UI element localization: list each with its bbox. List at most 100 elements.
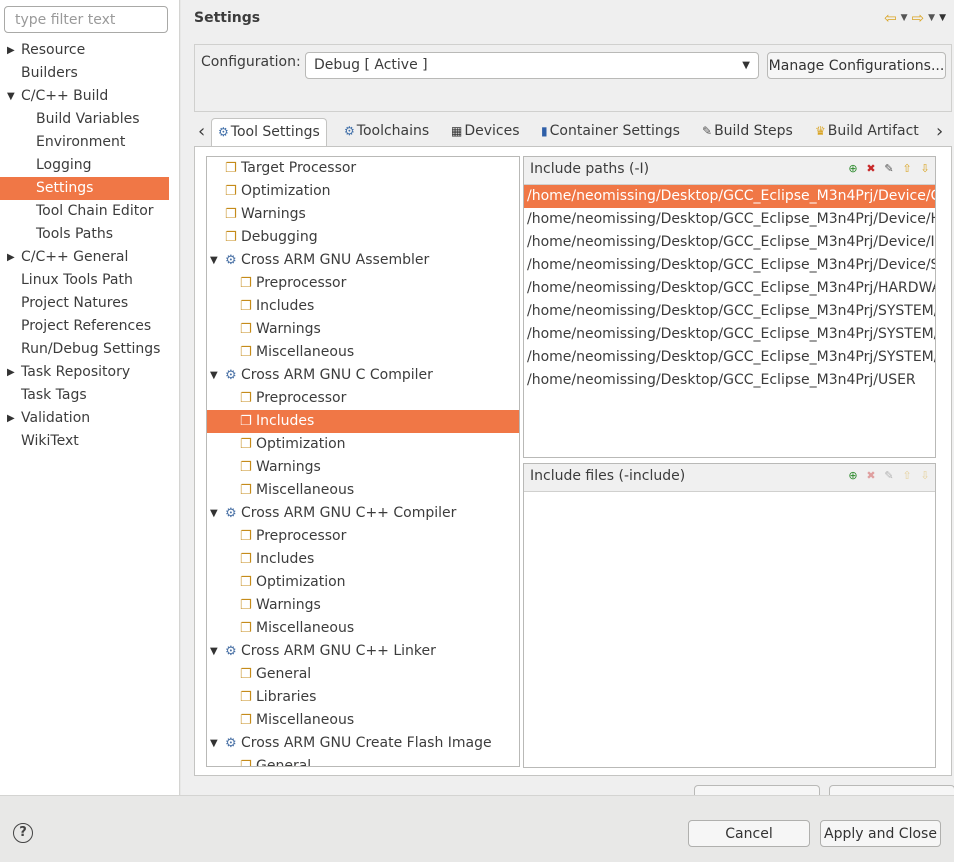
expanded-arrow-icon[interactable]: ▼ <box>7 85 15 108</box>
tree-item[interactable]: ❐ Target Processor <box>207 157 519 180</box>
nav-item[interactable]: Tools Paths <box>0 223 180 246</box>
forward-dropdown-icon[interactable]: ▼ <box>928 13 935 23</box>
tree-item[interactable]: ❐ Libraries <box>207 686 519 709</box>
include-path-item[interactable]: /home/neomissing/Desktop/GCC_Eclipse_M3n… <box>524 208 935 231</box>
tab-toolchains[interactable]: ⚙ Toolchains <box>344 118 429 145</box>
tree-item[interactable]: ❐ Warnings <box>207 594 519 617</box>
nav-item[interactable]: Settings <box>0 177 169 200</box>
tree-item[interactable]: ❐ Warnings <box>207 318 519 341</box>
include-paths-list: /home/neomissing/Desktop/GCC_Eclipse_M3n… <box>524 185 935 392</box>
view-menu-icon[interactable]: ▼ <box>939 13 946 23</box>
collapsed-arrow-icon[interactable]: ▶ <box>7 361 15 384</box>
expanded-arrow-icon[interactable]: ▼ <box>210 640 218 663</box>
add-icon[interactable]: ⊕ <box>846 469 860 483</box>
include-path-item[interactable]: /home/neomissing/Desktop/GCC_Eclipse_M3n… <box>524 300 935 323</box>
collapsed-arrow-icon[interactable]: ▶ <box>7 39 15 62</box>
tree-item[interactable]: ❐ Miscellaneous <box>207 709 519 732</box>
filter-input[interactable] <box>4 6 168 33</box>
nav-item[interactable]: ▶ Resource <box>0 39 180 62</box>
tree-item[interactable]: ❐ Preprocessor <box>207 272 519 295</box>
move-down-icon[interactable]: ⇩ <box>918 162 932 176</box>
nav-item[interactable]: Environment <box>0 131 180 154</box>
add-icon[interactable]: ⊕ <box>846 162 860 176</box>
nav-item[interactable]: Run/Debug Settings <box>0 338 180 361</box>
tab-build-artifact[interactable]: ♛ Build Artifact <box>815 118 919 145</box>
tab-scroll-right-icon[interactable]: › <box>936 118 943 145</box>
collapsed-arrow-icon[interactable]: ▶ <box>7 407 15 430</box>
delete-icon[interactable]: ✖ <box>864 162 878 176</box>
help-icon[interactable]: ? <box>13 823 33 843</box>
tab-scroll-left-icon[interactable]: ‹ <box>198 118 205 145</box>
tree-item[interactable]: ❐ Includes <box>207 295 519 318</box>
move-up-icon[interactable]: ⇧ <box>900 162 914 176</box>
include-path-item[interactable]: /home/neomissing/Desktop/GCC_Eclipse_M3n… <box>524 369 935 392</box>
nav-item[interactable]: Build Variables <box>0 108 180 131</box>
tree-item[interactable]: ❐ Optimization <box>207 180 519 203</box>
nav-item[interactable]: Linux Tools Path <box>0 269 180 292</box>
tree-item[interactable]: ▼ ⚙ Cross ARM GNU C++ Linker <box>207 640 519 663</box>
include-path-item[interactable]: /home/neomissing/Desktop/GCC_Eclipse_M3n… <box>524 323 935 346</box>
nav-tree: ▶ Resource Builders ▼ C/C++ Build Build Varia… <box>0 39 180 453</box>
tree-item[interactable]: ▼ ⚙ Cross ARM GNU C Compiler <box>207 364 519 387</box>
tree-item[interactable]: ❐ Miscellaneous <box>207 341 519 364</box>
apply-and-close-button[interactable]: Apply and Close <box>820 820 941 847</box>
option-page-icon: ❐ <box>240 621 252 636</box>
nav-item[interactable]: ▶ Validation <box>0 407 180 430</box>
tree-item[interactable]: ❐ Preprocessor <box>207 387 519 410</box>
tree-item[interactable]: ▼ ⚙ Cross ARM GNU Create Flash Image <box>207 732 519 755</box>
tab-container-settings[interactable]: ▮ Container Settings <box>541 118 680 145</box>
back-arrow-icon[interactable]: ⇦ <box>884 9 897 27</box>
manage-configurations-button[interactable]: Manage Configurations... <box>767 52 946 79</box>
tree-item[interactable]: ❐ General <box>207 755 519 766</box>
tree-item[interactable]: ❐ Miscellaneous <box>207 479 519 502</box>
tab-devices[interactable]: ▦ Devices <box>451 118 520 145</box>
expanded-arrow-icon[interactable]: ▼ <box>210 502 218 525</box>
expanded-arrow-icon[interactable]: ▼ <box>210 249 218 272</box>
tree-item-label: Optimization <box>241 183 331 199</box>
page-navigation: ⇦ ▼ ⇨ ▼ ▼ <box>884 9 946 27</box>
nav-item-label: WikiText <box>21 433 79 449</box>
tree-item[interactable]: ❐ Optimization <box>207 571 519 594</box>
include-path-item[interactable]: /home/neomissing/Desktop/GCC_Eclipse_M3n… <box>524 277 935 300</box>
tree-item[interactable]: ❐ Preprocessor <box>207 525 519 548</box>
expanded-arrow-icon[interactable]: ▼ <box>210 732 218 755</box>
nav-item[interactable]: Logging <box>0 154 180 177</box>
tree-item[interactable]: ❐ Miscellaneous <box>207 617 519 640</box>
hidden-button[interactable] <box>829 785 954 795</box>
nav-item[interactable]: ▼ C/C++ Build <box>0 85 180 108</box>
include-path-item[interactable]: /home/neomissing/Desktop/GCC_Eclipse_M3n… <box>524 185 935 208</box>
edit-icon[interactable]: ✎ <box>882 162 896 176</box>
tree-item[interactable]: ❐ Includes <box>207 410 519 433</box>
nav-item[interactable]: ▶ C/C++ General <box>0 246 180 269</box>
tree-item[interactable]: ❐ Includes <box>207 548 519 571</box>
nav-item[interactable]: WikiText <box>0 430 180 453</box>
tree-item[interactable]: ❐ Warnings <box>207 456 519 479</box>
build-steps-icon: ✎ <box>702 124 713 138</box>
tree-item[interactable]: ❐ General <box>207 663 519 686</box>
settings-page: Settings ⇦ ▼ ⇨ ▼ ▼ Configuration: Debug … <box>181 0 954 795</box>
nav-item[interactable]: Builders <box>0 62 180 85</box>
nav-item[interactable]: Project Natures <box>0 292 180 315</box>
tree-item[interactable]: ▼ ⚙ Cross ARM GNU C++ Compiler <box>207 502 519 525</box>
tree-item[interactable]: ❐ Debugging <box>207 226 519 249</box>
include-path-item[interactable]: /home/neomissing/Desktop/GCC_Eclipse_M3n… <box>524 254 935 277</box>
tab-build-steps[interactable]: ✎ Build Steps <box>702 118 793 145</box>
include-path-item[interactable]: /home/neomissing/Desktop/GCC_Eclipse_M3n… <box>524 346 935 369</box>
page-title: Settings <box>194 10 261 26</box>
collapsed-arrow-icon[interactable]: ▶ <box>7 246 15 269</box>
tree-item[interactable]: ❐ Optimization <box>207 433 519 456</box>
tab-tool-settings[interactable]: ⚙ Tool Settings <box>211 118 327 148</box>
nav-item[interactable]: Tool Chain Editor <box>0 200 180 223</box>
configuration-select[interactable]: Debug [ Active ] ▼ <box>305 52 759 79</box>
nav-item[interactable]: Project References <box>0 315 180 338</box>
hidden-button[interactable] <box>694 785 820 795</box>
expanded-arrow-icon[interactable]: ▼ <box>210 364 218 387</box>
back-dropdown-icon[interactable]: ▼ <box>901 13 908 23</box>
cancel-button[interactable]: Cancel <box>688 820 810 847</box>
tree-item[interactable]: ❐ Warnings <box>207 203 519 226</box>
nav-item[interactable]: Task Tags <box>0 384 180 407</box>
nav-item[interactable]: ▶ Task Repository <box>0 361 180 384</box>
tree-item[interactable]: ▼ ⚙ Cross ARM GNU Assembler <box>207 249 519 272</box>
include-path-item[interactable]: /home/neomissing/Desktop/GCC_Eclipse_M3n… <box>524 231 935 254</box>
forward-arrow-icon[interactable]: ⇨ <box>912 9 925 27</box>
